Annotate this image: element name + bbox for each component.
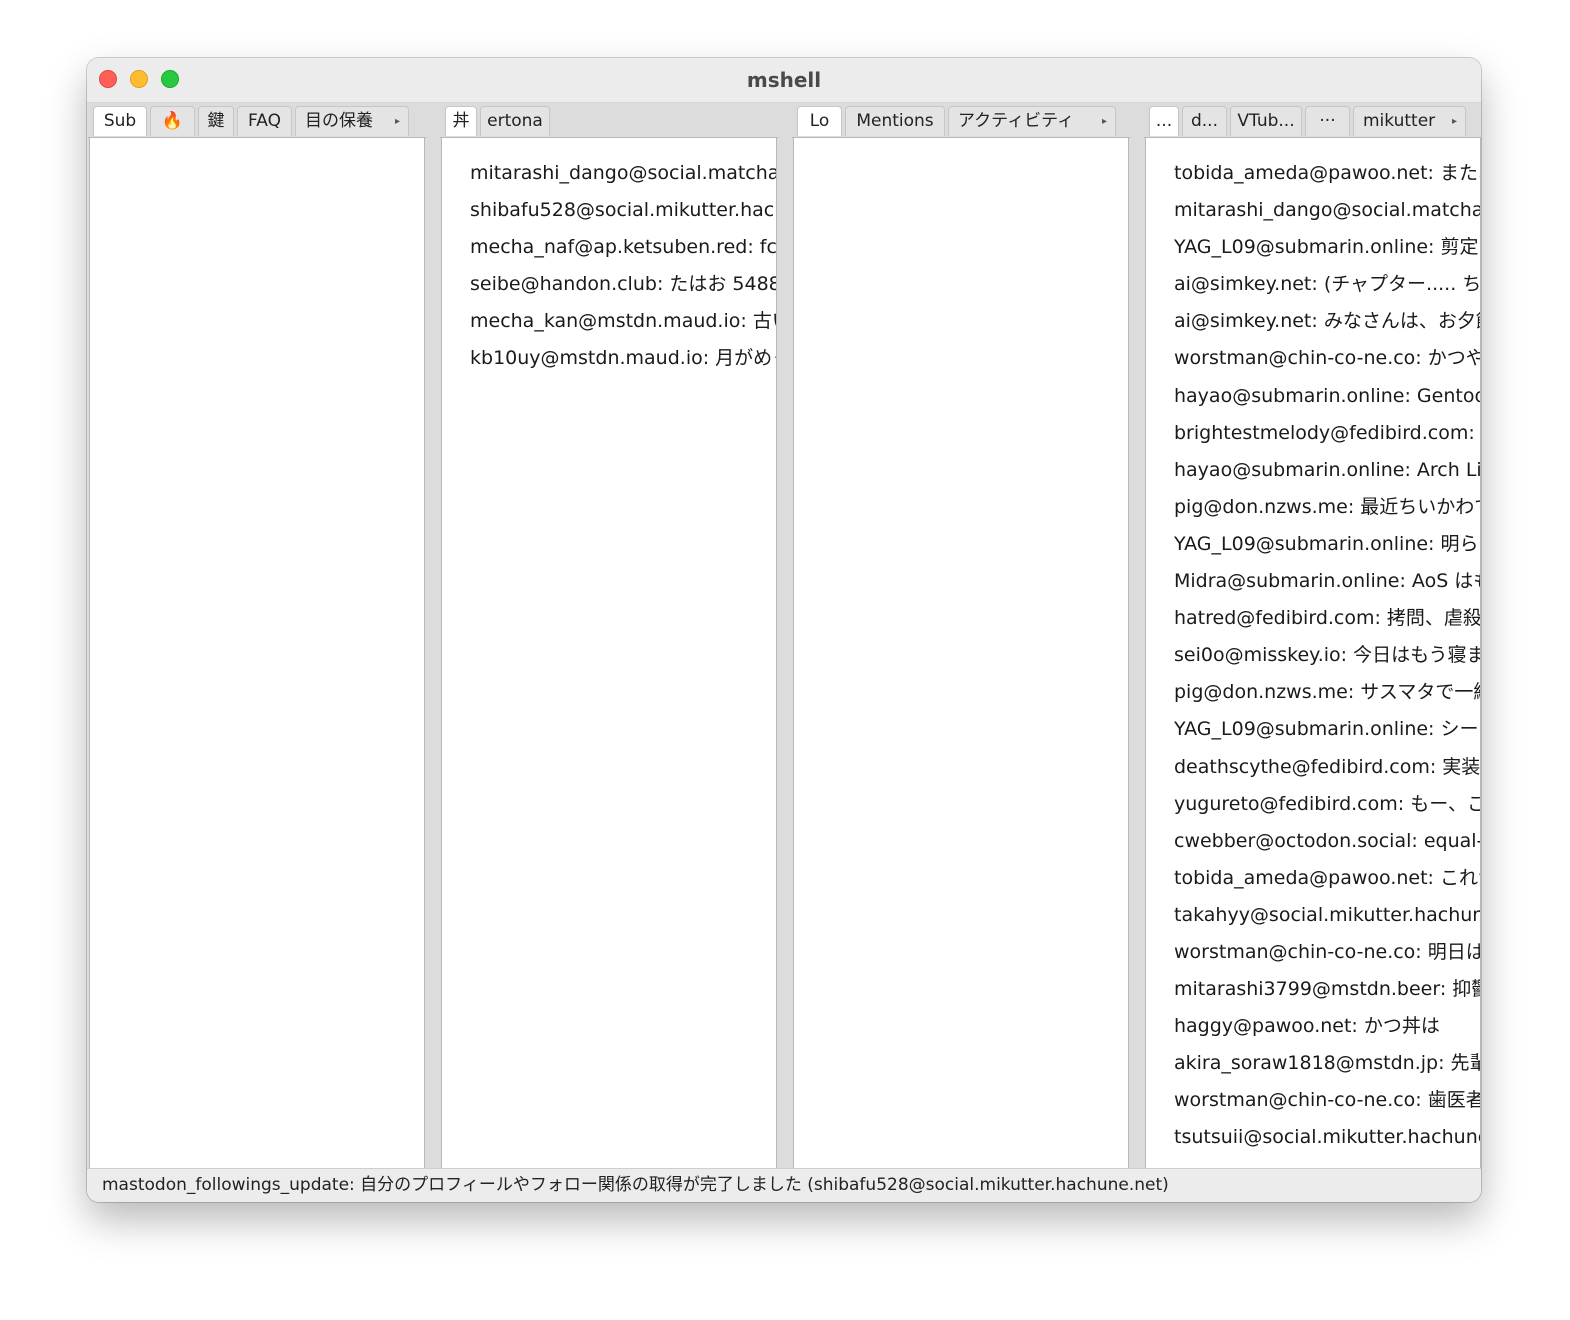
timeline[interactable] [793, 138, 1129, 1168]
tab-d[interactable]: d... [1182, 106, 1227, 136]
timeline[interactable] [89, 138, 425, 1168]
tab-fire[interactable]: 🔥 [150, 106, 195, 136]
status-bar: mastodon_followings_update: 自分のプロフィールやフォ… [87, 1168, 1481, 1202]
list-item[interactable]: shibafu528@social.mikutter.hach [470, 197, 776, 234]
list-item[interactable]: tobida_ameda@pawoo.net: またホ [1174, 160, 1480, 197]
tab-activity[interactable]: アクティビティ ▸ [948, 106, 1116, 136]
list-item[interactable]: YAG_L09@submarin.online: シーク [1174, 716, 1480, 753]
list-item[interactable]: tsutsuii@social.mikutter.hachune [1174, 1124, 1480, 1161]
tab-label: ··· [1319, 111, 1336, 131]
tab-ertona[interactable]: ertona [480, 106, 550, 136]
tab-faq[interactable]: FAQ [237, 106, 292, 136]
tab-label: Sub [103, 111, 137, 131]
list-item[interactable]: worstman@chin-co-ne.co: 明日は [1174, 939, 1480, 976]
tab-label: FAQ [248, 111, 281, 131]
app-window: mshell Sub 🔥 鍵 FAQ 目の保養 ▸ 丼 ertona mitara… [87, 58, 1481, 1202]
list-item[interactable]: cwebber@octodon.social: equal- [1174, 828, 1480, 865]
tab-dots[interactable]: ··· [1305, 106, 1350, 136]
tab-overflow-arrow-icon[interactable]: ▸ [395, 107, 400, 136]
tab-bar: 丼 ertona [440, 103, 778, 138]
list-item[interactable]: ai@simkey.net: みなさんは、お夕飯 [1174, 308, 1480, 345]
tab-lock[interactable]: 鍵 [198, 106, 234, 136]
list-item[interactable]: YAG_L09@submarin.online: 剪定さ [1174, 234, 1480, 271]
list-item[interactable]: tobida_ameda@pawoo.net: これか [1174, 865, 1480, 902]
list-item[interactable]: YAG_L09@submarin.online: 明らか [1174, 531, 1480, 568]
tab-ellipsis[interactable]: ... [1149, 106, 1179, 136]
list-item[interactable]: Midra@submarin.online: AoS はも [1174, 568, 1480, 605]
pane-3: Lo Mentions アクティビティ ▸ [792, 103, 1130, 1168]
list-item[interactable]: mitarashi_dango@social.matcha- [1174, 197, 1480, 234]
list-item[interactable]: kb10uy@mstdn.maud.io: 月がめっ [470, 345, 776, 382]
tab-overflow-arrow-icon[interactable]: ▸ [1452, 107, 1457, 136]
timeline[interactable]: tobida_ameda@pawoo.net: またホ mitarashi_da… [1145, 138, 1481, 1168]
window-title: mshell [746, 68, 822, 92]
tab-label: d... [1190, 111, 1218, 131]
tab-mikutter[interactable]: mikutter ▸ [1353, 106, 1466, 136]
list-item[interactable]: hatred@fedibird.com: 拷問、虐殺、 [1174, 605, 1480, 642]
list-item[interactable]: akira_soraw1818@mstdn.jp: 先輩、 [1174, 1050, 1480, 1087]
list-item[interactable]: mitarashi3799@mstdn.beer: 抑鬱 [1174, 976, 1480, 1013]
tab-donburi[interactable]: 丼 [445, 106, 477, 136]
fire-icon: 🔥 [161, 111, 184, 131]
list-item[interactable]: hayao@submarin.online: Arch Lin [1174, 457, 1480, 494]
tab-label: 目の保養 [305, 111, 373, 131]
list-item[interactable]: deathscythe@fedibird.com: 実装以 [1174, 754, 1480, 791]
list-item[interactable]: mitarashi_dango@social.matcha- [470, 160, 776, 197]
list-item[interactable]: yugureto@fedibird.com: もー、こ [1174, 791, 1480, 828]
pane-1: Sub 🔥 鍵 FAQ 目の保養 ▸ [88, 103, 426, 1168]
tab-vtuber[interactable]: VTub... [1230, 106, 1302, 136]
tab-mentions[interactable]: Mentions [845, 106, 945, 136]
tab-bar: ... d... VTub... ··· mikutter ▸ [1144, 103, 1481, 138]
tab-sub[interactable]: Sub [93, 106, 147, 136]
pane-4: ... d... VTub... ··· mikutter ▸ tobida_am… [1144, 103, 1481, 1168]
list-item[interactable]: sei0o@misskey.io: 今日はもう寝ま [1174, 642, 1480, 679]
tab-local[interactable]: Lo [797, 106, 842, 136]
tab-label: mikutter [1363, 111, 1436, 131]
list-item[interactable]: takahyy@social.mikutter.hachune [1174, 902, 1480, 939]
tab-label: アクティビティ [958, 111, 1075, 131]
tab-label: ertona [487, 111, 543, 131]
list-item[interactable]: hayao@submarin.online: Gentoo で [1174, 383, 1480, 420]
tab-label: 丼 [452, 111, 470, 131]
tab-bar: Sub 🔥 鍵 FAQ 目の保養 ▸ [88, 103, 426, 138]
tab-eye-candy[interactable]: 目の保養 ▸ [295, 106, 409, 136]
list-item[interactable]: mecha_naf@ap.ketsuben.red: fc2 [470, 234, 776, 271]
tab-label: Mentions [856, 111, 934, 131]
list-item[interactable]: mecha_kan@mstdn.maud.io: 古い [470, 308, 776, 345]
list-item[interactable]: pig@don.nzws.me: サスマタで一緒 [1174, 679, 1480, 716]
pane-2: 丼 ertona mitarashi_dango@social.matcha- … [440, 103, 778, 1168]
tab-overflow-arrow-icon[interactable]: ▸ [1102, 107, 1107, 136]
title-bar[interactable]: mshell [87, 58, 1481, 103]
list-item[interactable]: pig@don.nzws.me: 最近ちいかわで [1174, 494, 1480, 531]
tab-label: Lo [809, 111, 830, 131]
list-item[interactable]: ai@simkey.net: (チャプター..... ちゃ [1174, 271, 1480, 308]
tab-bar: Lo Mentions アクティビティ ▸ [792, 103, 1130, 138]
list-item[interactable]: worstman@chin-co-ne.co: かつや [1174, 345, 1480, 382]
timeline[interactable]: mitarashi_dango@social.matcha- shibafu52… [441, 138, 777, 1168]
list-item[interactable]: seibe@handon.club: たはお 5488 [470, 271, 776, 308]
tab-label: 鍵 [207, 111, 225, 131]
list-item[interactable]: worstman@chin-co-ne.co: 歯医者 [1174, 1087, 1480, 1124]
tab-label: ... [1155, 111, 1173, 131]
tab-label: VTub... [1237, 111, 1295, 131]
list-item[interactable]: brightestmelody@fedibird.com: し [1174, 420, 1480, 457]
panes-container: Sub 🔥 鍵 FAQ 目の保養 ▸ 丼 ertona mitarashi_dan… [87, 103, 1481, 1168]
list-item[interactable]: haggy@pawoo.net: かつ丼は [1174, 1013, 1480, 1050]
